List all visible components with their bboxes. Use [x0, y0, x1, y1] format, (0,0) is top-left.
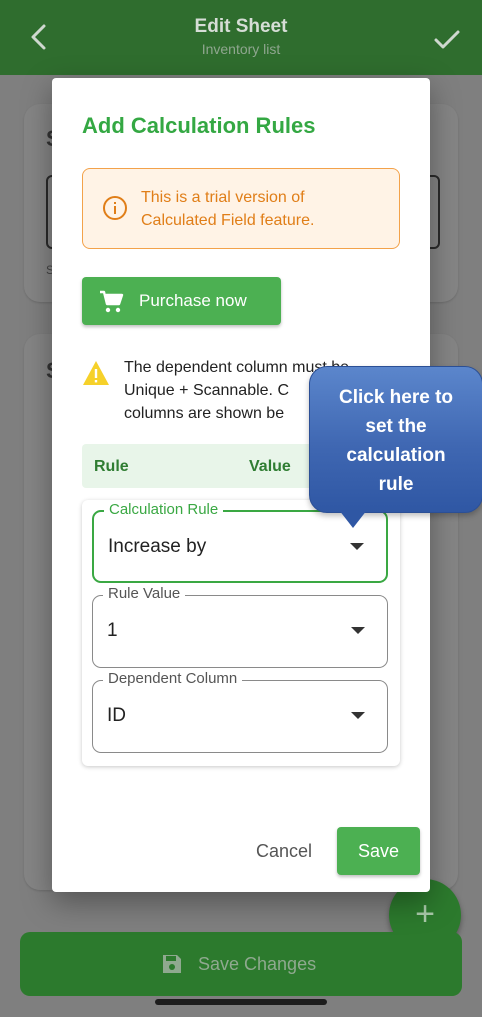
rule-value-select[interactable]: Rule Value 1: [92, 585, 388, 668]
callout-text: Click here to set the calculation rule: [318, 383, 474, 499]
purchase-now-label: Purchase now: [139, 291, 247, 310]
dialog-title: Add Calculation Rules: [82, 113, 316, 138]
purchase-now-button[interactable]: Purchase now: [82, 277, 281, 325]
cancel-button[interactable]: Cancel: [256, 841, 312, 862]
home-indicator: [155, 999, 327, 1005]
value-column-header: Value: [249, 458, 291, 475]
dropdown-arrow-icon: [351, 627, 365, 634]
callout-line: calculation: [346, 445, 446, 466]
shopping-cart-icon: [100, 290, 124, 313]
trial-notice-text: This is a trial version of Calculated Fi…: [141, 189, 315, 229]
app-bar: Edit Sheet Inventory list: [0, 0, 482, 75]
dependent-column-label: Dependent Column: [103, 670, 243, 687]
tutorial-callout: Click here to set the calculation rule: [309, 366, 482, 513]
callout-line: rule: [378, 474, 414, 495]
check-icon[interactable]: [432, 24, 462, 54]
calculation-rule-value: Increase by: [108, 536, 207, 557]
callout-pointer: [339, 510, 367, 528]
dropdown-arrow-icon: [351, 712, 365, 719]
rule-value-value: 1: [107, 620, 118, 641]
save-changes-button[interactable]: Save Changes: [20, 932, 462, 996]
trial-notice: This is a trial version of Calculated Fi…: [82, 168, 400, 249]
plus-icon: +: [415, 895, 435, 933]
floppy-disk-icon: [163, 955, 181, 973]
dependent-column-select[interactable]: Dependent Column ID: [92, 670, 388, 753]
rule-column-header: Rule: [94, 458, 129, 475]
info-icon: [103, 196, 127, 220]
callout-line: set the: [365, 416, 427, 437]
dependent-column-value: ID: [107, 705, 126, 726]
page-title: Edit Sheet: [194, 16, 288, 37]
page-subtitle: Inventory list: [201, 41, 281, 57]
save-changes-label: Save Changes: [198, 954, 317, 974]
dropdown-arrow-icon: [350, 543, 364, 550]
save-button[interactable]: Save: [337, 827, 420, 875]
save-label: Save: [357, 841, 400, 861]
rule-card: Calculation Rule Increase by Rule Value …: [82, 500, 400, 766]
warning-icon: [83, 361, 109, 385]
rule-value-label: Rule Value: [103, 585, 186, 602]
calculation-rule-label: Calculation Rule: [104, 501, 224, 518]
callout-line: Click here to: [338, 387, 454, 408]
